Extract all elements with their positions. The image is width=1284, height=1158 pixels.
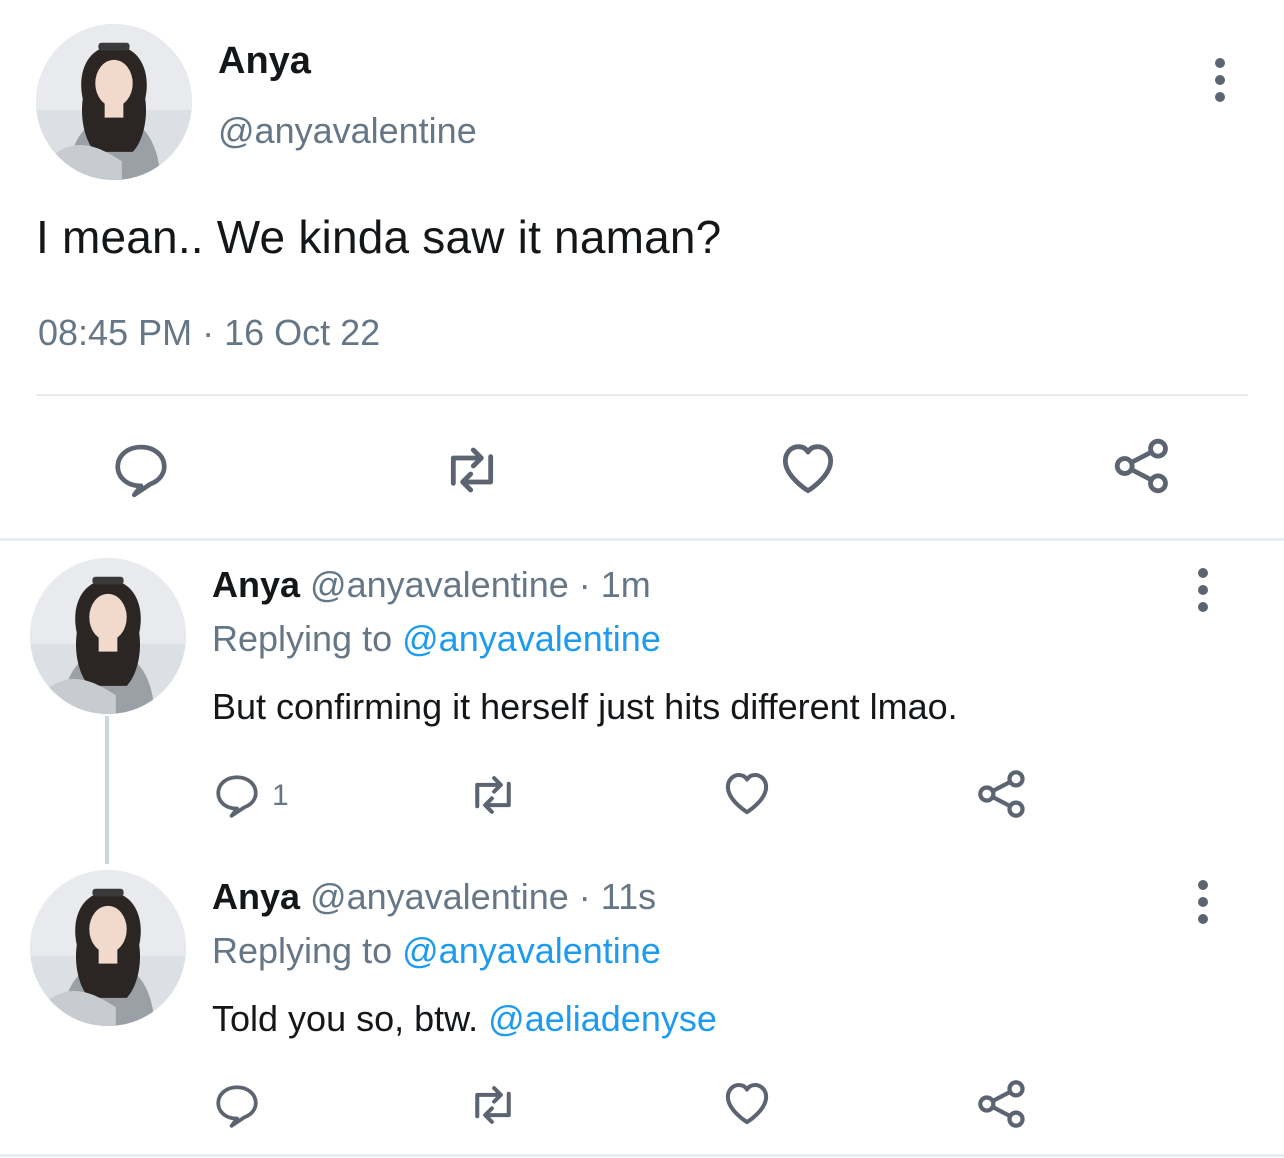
- main-tweet-text: I mean.. We kinda saw it naman?: [36, 211, 722, 263]
- retweet-icon[interactable]: [466, 1078, 520, 1132]
- more-options-icon[interactable]: [1213, 58, 1227, 102]
- reply-count: 1: [272, 779, 289, 812]
- main-avatar[interactable]: [36, 24, 192, 180]
- main-tweet-timestamp: 08:45 PM · 16 Oct 22: [38, 312, 381, 353]
- like-heart-icon[interactable]: [776, 436, 840, 500]
- retweet-icon[interactable]: [440, 438, 504, 502]
- reply-author-name[interactable]: Anya: [212, 876, 300, 917]
- reply-author-name[interactable]: Anya: [212, 564, 300, 605]
- reply-author-handle[interactable]: @anyavalentine: [310, 564, 569, 605]
- replying-to-link[interactable]: @anyavalentine: [402, 930, 661, 971]
- thread-line: [105, 716, 109, 864]
- reply-text-line: Told you so, btw. @aeliadenyse: [212, 998, 717, 1040]
- share-icon[interactable]: [974, 1076, 1030, 1132]
- divider: [36, 394, 1248, 396]
- reply-header: Anya @anyavalentine · 11s: [212, 876, 656, 918]
- like-heart-icon[interactable]: [720, 766, 774, 820]
- reply-icon[interactable]: [212, 1080, 262, 1130]
- replying-to-label: Replying to: [212, 618, 393, 659]
- more-options-icon[interactable]: [1196, 880, 1210, 924]
- mention-link[interactable]: @aeliadenyse: [488, 998, 717, 1039]
- reply-text: But confirming it herself just hits diff…: [212, 686, 958, 727]
- bottom-divider: [0, 1154, 1284, 1157]
- reply-icon[interactable]: [110, 438, 172, 500]
- replying-to-line: Replying to @anyavalentine: [212, 618, 661, 660]
- reply-icon[interactable]: [212, 770, 262, 820]
- more-options-icon[interactable]: [1196, 568, 1210, 612]
- retweet-icon[interactable]: [466, 768, 520, 822]
- reply-avatar[interactable]: [30, 558, 186, 714]
- share-icon[interactable]: [1110, 434, 1174, 498]
- reply-avatar[interactable]: [30, 870, 186, 1026]
- section-divider: [0, 538, 1284, 541]
- main-author-handle[interactable]: @anyavalentine: [218, 110, 477, 152]
- reply-time: · 11s: [578, 876, 657, 917]
- replying-to-label: Replying to: [212, 930, 393, 971]
- share-icon[interactable]: [974, 766, 1030, 822]
- reply-header: Anya @anyavalentine · 1m: [212, 564, 651, 606]
- replying-to-line: Replying to @anyavalentine: [212, 930, 661, 972]
- replying-to-link[interactable]: @anyavalentine: [402, 618, 661, 659]
- reply-author-handle[interactable]: @anyavalentine: [310, 876, 569, 917]
- reply-time: · 1m: [578, 564, 651, 605]
- reply-text: Told you so, btw.: [212, 998, 479, 1039]
- main-author-name[interactable]: Anya: [218, 40, 311, 83]
- like-heart-icon[interactable]: [720, 1076, 774, 1130]
